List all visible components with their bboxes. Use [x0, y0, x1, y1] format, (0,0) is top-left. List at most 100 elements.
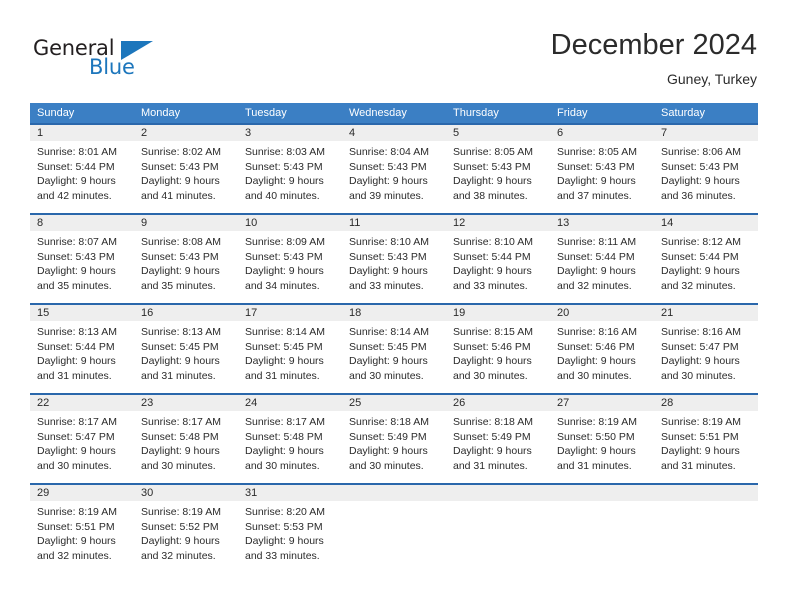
day-cell[interactable]: 11 Sunrise: 8:10 AM Sunset: 5:43 PM Dayl… [342, 213, 446, 303]
day-info: Sunrise: 8:10 AM Sunset: 5:43 PM Dayligh… [342, 231, 446, 293]
day-cell[interactable]: 8 Sunrise: 8:07 AM Sunset: 5:43 PM Dayli… [30, 213, 134, 303]
day-cell[interactable]: 17 Sunrise: 8:14 AM Sunset: 5:45 PM Dayl… [238, 303, 342, 393]
daylight-text-line1: Daylight: 9 hours [661, 355, 740, 368]
general-blue-logo[interactable]: General Blue [33, 36, 213, 86]
weekday-header-sunday: Sunday [37, 107, 75, 119]
daylight-text-line2: and 31 minutes. [141, 369, 216, 382]
daylight-text-line1: Daylight: 9 hours [245, 265, 324, 278]
day-cell[interactable]: 22 Sunrise: 8:17 AM Sunset: 5:47 PM Dayl… [30, 393, 134, 483]
day-cell[interactable]: 10 Sunrise: 8:09 AM Sunset: 5:43 PM Dayl… [238, 213, 342, 303]
day-number: 28 [654, 395, 758, 411]
day-info: Sunrise: 8:14 AM Sunset: 5:45 PM Dayligh… [342, 321, 446, 383]
weekday-header-saturday: Saturday [661, 107, 706, 119]
weekday-header-wednesday: Wednesday [349, 107, 407, 119]
day-number [550, 485, 654, 501]
daylight-text-line2: and 31 minutes. [245, 369, 320, 382]
sunset-text: Sunset: 5:46 PM [453, 340, 531, 353]
daylight-text-line2: and 30 minutes. [141, 459, 216, 472]
sunset-text: Sunset: 5:45 PM [245, 340, 323, 353]
day-cell[interactable]: 21 Sunrise: 8:16 AM Sunset: 5:47 PM Dayl… [654, 303, 758, 393]
day-cell[interactable]: 16 Sunrise: 8:13 AM Sunset: 5:45 PM Dayl… [134, 303, 238, 393]
day-cell[interactable]: 30 Sunrise: 8:19 AM Sunset: 5:52 PM Dayl… [134, 483, 238, 573]
day-cell[interactable]: 28 Sunrise: 8:19 AM Sunset: 5:51 PM Dayl… [654, 393, 758, 483]
sunrise-text: Sunrise: 8:16 AM [557, 326, 637, 338]
day-info: Sunrise: 8:06 AM Sunset: 5:43 PM Dayligh… [654, 141, 758, 203]
daylight-text-line1: Daylight: 9 hours [141, 445, 220, 458]
week-row: 8 Sunrise: 8:07 AM Sunset: 5:43 PM Dayli… [30, 213, 758, 303]
sunset-text: Sunset: 5:43 PM [37, 250, 115, 263]
day-number: 16 [134, 305, 238, 321]
daylight-text-line2: and 41 minutes. [141, 189, 216, 202]
week-row: 22 Sunrise: 8:17 AM Sunset: 5:47 PM Dayl… [30, 393, 758, 483]
day-cell[interactable]: 9 Sunrise: 8:08 AM Sunset: 5:43 PM Dayli… [134, 213, 238, 303]
day-number: 6 [550, 125, 654, 141]
day-cell[interactable]: 12 Sunrise: 8:10 AM Sunset: 5:44 PM Dayl… [446, 213, 550, 303]
week-row: 15 Sunrise: 8:13 AM Sunset: 5:44 PM Dayl… [30, 303, 758, 393]
sunset-text: Sunset: 5:43 PM [349, 250, 427, 263]
sunrise-text: Sunrise: 8:13 AM [37, 326, 117, 338]
weekday-header-thursday: Thursday [453, 107, 499, 119]
day-number: 7 [654, 125, 758, 141]
sunrise-text: Sunrise: 8:05 AM [453, 146, 533, 158]
day-cell[interactable]: 3 Sunrise: 8:03 AM Sunset: 5:43 PM Dayli… [238, 123, 342, 213]
day-number: 11 [342, 215, 446, 231]
sunset-text: Sunset: 5:50 PM [557, 430, 635, 443]
daylight-text-line1: Daylight: 9 hours [453, 265, 532, 278]
sunrise-text: Sunrise: 8:01 AM [37, 146, 117, 158]
daylight-text-line1: Daylight: 9 hours [453, 445, 532, 458]
day-number: 14 [654, 215, 758, 231]
day-cell[interactable]: 27 Sunrise: 8:19 AM Sunset: 5:50 PM Dayl… [550, 393, 654, 483]
day-cell[interactable]: 26 Sunrise: 8:18 AM Sunset: 5:49 PM Dayl… [446, 393, 550, 483]
day-info: Sunrise: 8:18 AM Sunset: 5:49 PM Dayligh… [446, 411, 550, 473]
day-info: Sunrise: 8:18 AM Sunset: 5:49 PM Dayligh… [342, 411, 446, 473]
day-info: Sunrise: 8:17 AM Sunset: 5:47 PM Dayligh… [30, 411, 134, 473]
sunrise-text: Sunrise: 8:10 AM [453, 236, 533, 248]
day-number: 4 [342, 125, 446, 141]
daylight-text-line2: and 31 minutes. [557, 459, 632, 472]
day-number: 15 [30, 305, 134, 321]
day-cell[interactable]: 15 Sunrise: 8:13 AM Sunset: 5:44 PM Dayl… [30, 303, 134, 393]
day-number: 29 [30, 485, 134, 501]
daylight-text-line2: and 32 minutes. [141, 549, 216, 562]
day-cell[interactable]: 19 Sunrise: 8:15 AM Sunset: 5:46 PM Dayl… [446, 303, 550, 393]
day-cell[interactable]: 20 Sunrise: 8:16 AM Sunset: 5:46 PM Dayl… [550, 303, 654, 393]
day-cell-empty [342, 483, 446, 573]
day-cell[interactable]: 1 Sunrise: 8:01 AM Sunset: 5:44 PM Dayli… [30, 123, 134, 213]
day-cell[interactable]: 5 Sunrise: 8:05 AM Sunset: 5:43 PM Dayli… [446, 123, 550, 213]
sunset-text: Sunset: 5:43 PM [349, 160, 427, 173]
day-number: 12 [446, 215, 550, 231]
week-row: 29 Sunrise: 8:19 AM Sunset: 5:51 PM Dayl… [30, 483, 758, 573]
day-cell[interactable]: 2 Sunrise: 8:02 AM Sunset: 5:43 PM Dayli… [134, 123, 238, 213]
day-number: 2 [134, 125, 238, 141]
day-cell[interactable]: 18 Sunrise: 8:14 AM Sunset: 5:45 PM Dayl… [342, 303, 446, 393]
day-cell[interactable]: 24 Sunrise: 8:17 AM Sunset: 5:48 PM Dayl… [238, 393, 342, 483]
day-number: 21 [654, 305, 758, 321]
daylight-text-line1: Daylight: 9 hours [141, 355, 220, 368]
day-number: 8 [30, 215, 134, 231]
daylight-text-line2: and 30 minutes. [349, 459, 424, 472]
daylight-text-line2: and 33 minutes. [453, 279, 528, 292]
daylight-text-line1: Daylight: 9 hours [557, 355, 636, 368]
sunrise-text: Sunrise: 8:18 AM [349, 416, 429, 428]
day-number: 23 [134, 395, 238, 411]
day-info: Sunrise: 8:11 AM Sunset: 5:44 PM Dayligh… [550, 231, 654, 293]
sunset-text: Sunset: 5:43 PM [453, 160, 531, 173]
sunrise-text: Sunrise: 8:04 AM [349, 146, 429, 158]
day-cell[interactable]: 25 Sunrise: 8:18 AM Sunset: 5:49 PM Dayl… [342, 393, 446, 483]
sunrise-text: Sunrise: 8:05 AM [557, 146, 637, 158]
day-info: Sunrise: 8:19 AM Sunset: 5:51 PM Dayligh… [654, 411, 758, 473]
day-info: Sunrise: 8:09 AM Sunset: 5:43 PM Dayligh… [238, 231, 342, 293]
sunrise-text: Sunrise: 8:19 AM [141, 506, 221, 518]
sunrise-text: Sunrise: 8:13 AM [141, 326, 221, 338]
day-cell[interactable]: 23 Sunrise: 8:17 AM Sunset: 5:48 PM Dayl… [134, 393, 238, 483]
day-cell[interactable]: 31 Sunrise: 8:20 AM Sunset: 5:53 PM Dayl… [238, 483, 342, 573]
day-cell[interactable]: 7 Sunrise: 8:06 AM Sunset: 5:43 PM Dayli… [654, 123, 758, 213]
day-cell[interactable]: 4 Sunrise: 8:04 AM Sunset: 5:43 PM Dayli… [342, 123, 446, 213]
sunset-text: Sunset: 5:53 PM [245, 520, 323, 533]
daylight-text-line2: and 30 minutes. [661, 369, 736, 382]
day-cell[interactable]: 14 Sunrise: 8:12 AM Sunset: 5:44 PM Dayl… [654, 213, 758, 303]
day-cell[interactable]: 29 Sunrise: 8:19 AM Sunset: 5:51 PM Dayl… [30, 483, 134, 573]
day-cell[interactable]: 13 Sunrise: 8:11 AM Sunset: 5:44 PM Dayl… [550, 213, 654, 303]
day-cell[interactable]: 6 Sunrise: 8:05 AM Sunset: 5:43 PM Dayli… [550, 123, 654, 213]
sunset-text: Sunset: 5:43 PM [661, 160, 739, 173]
